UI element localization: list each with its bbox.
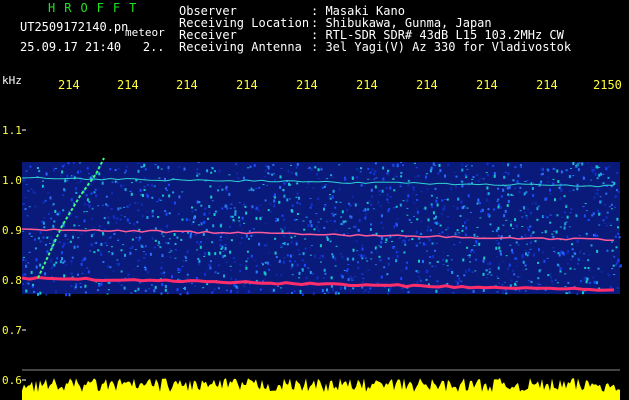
date-time-value: 25.09.17 21:40	[20, 40, 122, 54]
mode-label: meteor	[125, 26, 165, 39]
freq-label: 214	[58, 78, 80, 92]
antenna-value: : 3el Yagi(V) Az 330 for Vladivostok	[311, 40, 572, 54]
freq-label: 2150	[593, 78, 622, 92]
unit-label: kHz	[2, 74, 22, 87]
date-time: 25.09.17 21:40 2..	[20, 41, 165, 53]
counter-value: 2..	[142, 40, 165, 54]
y-label: 0.6	[2, 374, 22, 387]
y-label: 1.1	[2, 124, 22, 137]
antenna-row: Receiving Antenna : 3el Yagi(V) Az 330 fo…	[179, 41, 571, 53]
file-name: UT2509172140.pn	[20, 20, 129, 34]
freq-label: 214	[296, 78, 318, 92]
app-title: HROFFT	[48, 1, 146, 15]
antenna-key: Receiving Antenna	[179, 40, 302, 54]
y-label: 0.8	[2, 274, 22, 287]
freq-label: 214	[476, 78, 498, 92]
freq-label: 214	[416, 78, 438, 92]
freq-label: 214	[176, 78, 198, 92]
spectrogram	[21, 129, 622, 400]
freq-label: 214	[356, 78, 378, 92]
y-label: 0.9	[2, 224, 22, 237]
freq-label: 214	[536, 78, 558, 92]
freq-label: 214	[117, 78, 139, 92]
y-label: 1.0	[2, 174, 22, 187]
baseline-trace	[22, 369, 620, 400]
y-label: 0.7	[2, 324, 22, 337]
freq-label: 214	[236, 78, 258, 92]
